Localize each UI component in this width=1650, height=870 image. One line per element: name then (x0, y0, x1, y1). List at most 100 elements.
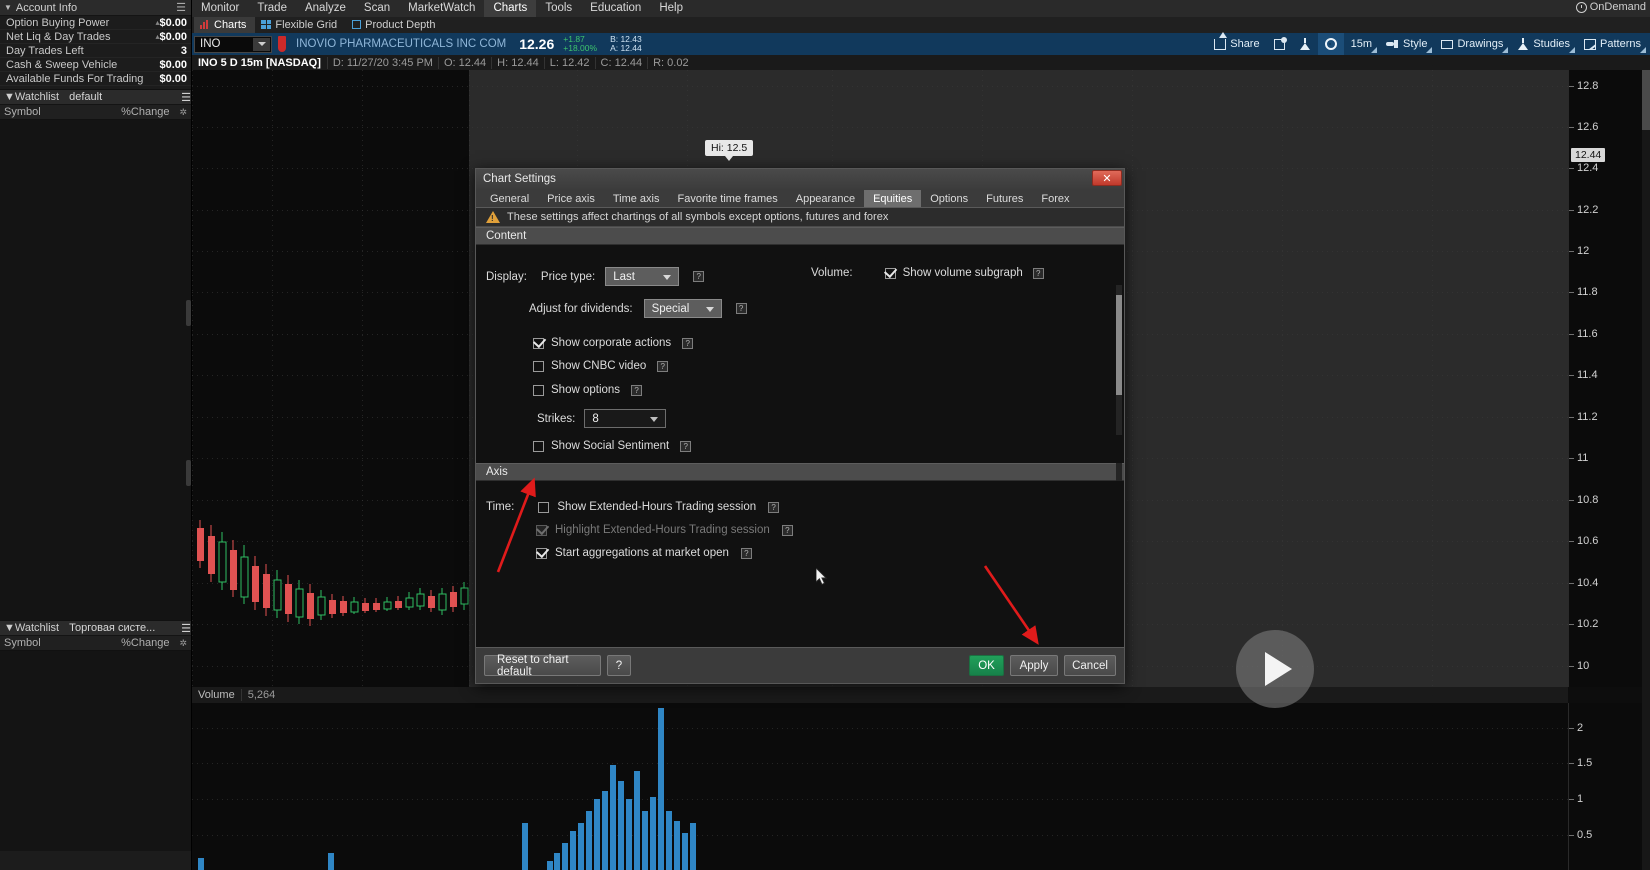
share-icon (1214, 39, 1226, 50)
show-cnbc-video-checkbox[interactable] (533, 361, 544, 372)
tab-charts[interactable]: Charts (194, 17, 255, 33)
show-corporate-actions-checkbox[interactable] (533, 338, 544, 349)
show-extended-hours-checkbox[interactable] (538, 502, 549, 513)
account-row[interactable]: Available Funds For Trading $0.00 (0, 72, 191, 86)
column-symbol[interactable]: Symbol (4, 637, 121, 649)
show-options-checkbox[interactable] (533, 385, 544, 396)
start-aggregations-checkbox[interactable] (536, 548, 547, 559)
chevron-down-icon (1640, 47, 1646, 53)
watchlist-bottom-menu-icon[interactable]: ☰ (181, 622, 191, 635)
scrollbar-thumb[interactable] (1642, 70, 1650, 130)
tab-time-axis[interactable]: Time axis (604, 190, 669, 207)
apply-button[interactable]: Apply (1010, 655, 1058, 676)
menu-item-monitor[interactable]: Monitor (192, 0, 248, 17)
price-tick: 10.2 (1577, 618, 1598, 630)
alerts-button[interactable] (1267, 33, 1292, 55)
share-button[interactable]: Share (1207, 33, 1266, 55)
axis-section-title: Axis (486, 466, 508, 478)
tab-options[interactable]: Options (921, 190, 977, 207)
menu-item-scan[interactable]: Scan (355, 0, 399, 17)
timeframe-button[interactable]: 15m (1344, 33, 1379, 55)
tab-equities[interactable]: Equities (864, 190, 921, 207)
account-row[interactable]: Option Buying Power ▴ $0.00 (0, 16, 191, 30)
price-axis[interactable]: 12.8 12.6 12.4 12.44 12.2 12 11.8 11.6 1… (1568, 70, 1650, 687)
collapse-caret-icon[interactable]: ▼ (4, 3, 12, 12)
show-extended-hours-help-icon[interactable]: ? (768, 502, 779, 513)
price-type-help-icon[interactable]: ? (693, 271, 704, 282)
drawings-button[interactable]: Drawings (1434, 33, 1510, 55)
adjust-dividends-help-icon[interactable]: ? (736, 303, 747, 314)
account-info-menu-icon[interactable]: ☰ (176, 1, 191, 14)
tab-product-depth[interactable]: Product Depth (346, 17, 444, 33)
show-options-help-icon[interactable]: ? (631, 385, 642, 396)
watchlist-bottom-name[interactable]: Торговая систе... (59, 622, 181, 634)
column-symbol[interactable]: Symbol (4, 106, 121, 118)
show-corporate-actions-help-icon[interactable]: ? (682, 338, 693, 349)
sidebar-resize-handle[interactable] (186, 300, 191, 326)
account-row[interactable]: Cash & Sweep Vehicle $0.00 (0, 58, 191, 72)
style-button[interactable]: Style (1379, 33, 1434, 55)
studies-quick-button[interactable] (1292, 33, 1318, 55)
column-settings-icon[interactable]: ✲ (179, 638, 187, 649)
menu-item-tools[interactable]: Tools (536, 0, 581, 17)
mouse-cursor (816, 568, 828, 586)
show-cnbc-video-help-icon[interactable]: ? (657, 361, 668, 372)
dialog-title-bar[interactable]: Chart Settings ✕ (476, 169, 1124, 189)
chart-vertical-scrollbar[interactable] (1642, 70, 1650, 870)
tab-futures[interactable]: Futures (977, 190, 1032, 207)
reset-to-chart-default-button[interactable]: Reset to chart default (484, 655, 601, 676)
dialog-title: Chart Settings (483, 173, 556, 185)
collapse-caret-icon[interactable]: ▼ (4, 622, 15, 634)
menu-item-marketwatch[interactable]: MarketWatch (399, 0, 484, 17)
start-aggregations-help-icon[interactable]: ? (741, 548, 752, 559)
patterns-button[interactable]: Patterns (1577, 33, 1648, 55)
chart-settings-button[interactable] (1318, 33, 1344, 55)
tab-price-axis[interactable]: Price axis (538, 190, 604, 207)
strikes-select[interactable]: 8 (584, 409, 666, 428)
menu-item-trade[interactable]: Trade (248, 0, 296, 17)
tab-forex[interactable]: Forex (1032, 190, 1078, 207)
account-row[interactable]: Net Liq & Day Trades ▴ $0.00 (0, 30, 191, 44)
highlight-extended-hours-help-icon[interactable]: ? (782, 525, 793, 536)
studies-button[interactable]: Studies (1510, 33, 1577, 55)
scrollbar-thumb[interactable] (1116, 295, 1122, 395)
symbol-dropdown-icon[interactable] (253, 38, 270, 51)
close-icon[interactable]: ✕ (1092, 170, 1122, 186)
account-info-header[interactable]: ▼ Account Info ☰ (0, 0, 191, 16)
account-row[interactable]: Day Trades Left 3 (0, 44, 191, 58)
column-change[interactable]: %Change (121, 637, 179, 649)
column-change[interactable]: %Change (121, 106, 179, 118)
symbol-input[interactable]: INO (194, 36, 272, 53)
volume-chart[interactable] (192, 703, 1568, 870)
show-social-sentiment-help-icon[interactable]: ? (680, 441, 691, 452)
menu-item-analyze[interactable]: Analyze (296, 0, 355, 17)
cnbc-video-play-button[interactable] (1236, 630, 1314, 708)
watchlist-bottom-columns: Symbol %Change ✲ (0, 636, 191, 651)
sidebar-resize-handle[interactable] (186, 460, 191, 486)
cancel-button[interactable]: Cancel (1064, 655, 1116, 676)
tab-appearance[interactable]: Appearance (787, 190, 864, 207)
price-type-select[interactable]: Last (605, 267, 679, 286)
show-volume-subgraph-help-icon[interactable]: ? (1033, 268, 1044, 279)
watchlist-top-name[interactable]: default (59, 91, 181, 103)
menu-item-education[interactable]: Education (581, 0, 650, 17)
ondemand-button[interactable]: OnDemand (1576, 1, 1646, 13)
show-volume-subgraph-checkbox[interactable] (885, 268, 896, 279)
tab-favorite-time-frames[interactable]: Favorite time frames (668, 190, 786, 207)
tab-flexible-grid[interactable]: Flexible Grid (255, 17, 346, 33)
collapse-caret-icon[interactable]: ▼ (4, 91, 15, 103)
column-settings-icon[interactable]: ✲ (179, 107, 187, 118)
chevron-down-icon (706, 307, 714, 312)
help-button[interactable]: ? (607, 655, 631, 676)
ok-button[interactable]: OK (969, 655, 1004, 676)
patterns-label: Patterns (1600, 38, 1641, 50)
tab-general[interactable]: General (481, 190, 538, 207)
adjust-dividends-select[interactable]: Special (644, 299, 722, 318)
volume-axis[interactable]: 2 1.5 1 0.5 (1568, 703, 1650, 870)
watchlist-top-menu-icon[interactable]: ☰ (181, 91, 191, 104)
menu-item-charts[interactable]: Charts (484, 0, 536, 17)
watchlist-top-header[interactable]: ▼ Watchlist default ☰ (0, 89, 191, 105)
show-social-sentiment-checkbox[interactable] (533, 441, 544, 452)
menu-item-help[interactable]: Help (650, 0, 692, 17)
watchlist-bottom-header[interactable]: ▼ Watchlist Торговая систе... ☰ (0, 620, 191, 636)
